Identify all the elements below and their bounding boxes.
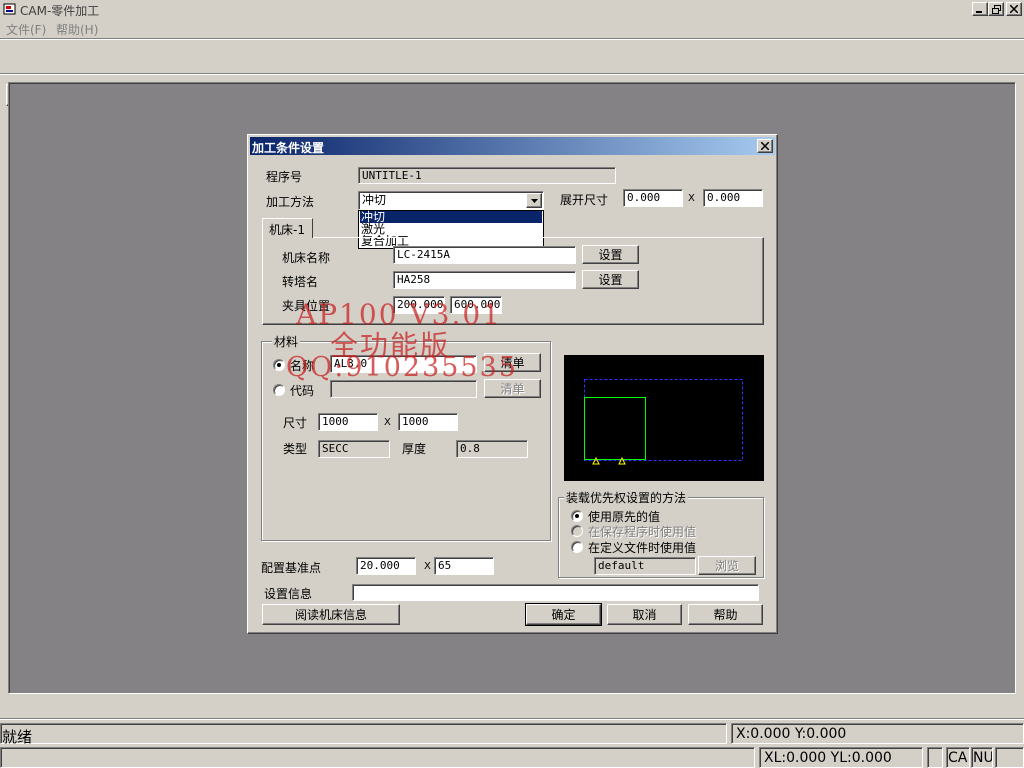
- app-icon: [3, 2, 17, 16]
- use-on-define-label: 在定义文件时使用值: [588, 541, 697, 555]
- size-x-field[interactable]: 1000: [318, 413, 378, 431]
- process-method-label: 加工方法: [266, 195, 315, 209]
- material-name-field[interactable]: AL3.0: [330, 355, 477, 373]
- status-blank-pane: [0, 747, 755, 768]
- expand-size-separator: X: [688, 193, 695, 204]
- material-name-label: 名称: [290, 359, 315, 373]
- restore-button[interactable]: [988, 2, 1004, 16]
- turret-name-field[interactable]: HA258: [393, 271, 576, 289]
- app-title-bar: CAM-零件加工: [0, 0, 1024, 18]
- material-code-radio[interactable]: [273, 384, 285, 396]
- base-point-separator: X: [424, 561, 431, 572]
- use-on-save-label: 在保存程序时使用值: [588, 525, 697, 539]
- machine-name-label: 机床名称: [282, 251, 331, 265]
- base-point-x-field[interactable]: 20.000: [356, 557, 416, 575]
- size-separator: X: [384, 417, 391, 428]
- material-name-radio[interactable]: [273, 359, 285, 371]
- status-num-pane: NU: [971, 747, 993, 768]
- program-no-field: UNTITLE-1: [358, 167, 616, 184]
- help-button[interactable]: 帮助: [688, 604, 763, 625]
- material-group-title: 材料: [272, 333, 301, 350]
- toolbar: ? TT ? Ver?: [0, 40, 1024, 106]
- tab-machine-1[interactable]: 机床-1: [262, 218, 313, 238]
- clamp-pos-label: 夹具位置: [282, 299, 331, 313]
- thickness-field: 0.8: [456, 440, 528, 458]
- process-method-value: 冲切: [362, 193, 387, 207]
- material-code-label: 代码: [290, 384, 315, 398]
- define-file-field: default: [594, 557, 696, 575]
- dropdown-arrow-button[interactable]: [526, 193, 542, 208]
- program-no-label: 程序号: [266, 170, 303, 184]
- turret-settings-button[interactable]: 设置: [582, 270, 639, 289]
- read-machine-info-button[interactable]: 阅读机床信息: [262, 604, 400, 625]
- minimize-button[interactable]: [972, 2, 988, 16]
- sheet-preview: [564, 355, 764, 481]
- status-caps: CA: [948, 750, 968, 766]
- status-caps-pane: CA: [946, 747, 970, 768]
- use-on-save-radio: [571, 525, 583, 537]
- chevron-down-icon: [530, 198, 538, 203]
- status-xlyl: XL:0.000 YL:0.000: [764, 750, 892, 766]
- status-empty-pane: [927, 747, 943, 768]
- app-title: CAM-零件加工: [20, 4, 100, 18]
- ok-button[interactable]: 确定: [525, 603, 602, 626]
- cancel-button[interactable]: 取消: [607, 604, 682, 625]
- clamp-pos-x-field[interactable]: 200.000: [393, 296, 445, 314]
- load-priority-title: 装载优先权设置的方法: [564, 489, 689, 506]
- expand-size-x-field[interactable]: 0.000: [623, 189, 683, 207]
- dialog-title-bar: 加工条件设置: [250, 137, 775, 155]
- dialog-title: 加工条件设置: [252, 141, 325, 155]
- settings-info-field[interactable]: [352, 584, 759, 601]
- base-point-label: 配置基准点: [261, 561, 322, 575]
- type-label: 类型: [283, 442, 308, 456]
- machine-name-field[interactable]: LC-2415A: [393, 246, 576, 264]
- clamp-pos-y-field[interactable]: 600.000: [450, 296, 502, 314]
- dropdown-option[interactable]: 冲切: [360, 211, 542, 223]
- turret-name-label: 转塔名: [282, 275, 319, 289]
- status-xlyl-pane: XL:0.000 YL:0.000: [759, 747, 923, 768]
- menu-bar: 文件(F) 帮助(H): [0, 18, 1024, 38]
- expand-size-y-field[interactable]: 0.000: [703, 189, 763, 207]
- status-tail-pane: [995, 747, 1024, 768]
- status-ready: 就绪: [2, 728, 33, 746]
- dialog-close-button[interactable]: [757, 139, 773, 153]
- machine-settings-button[interactable]: 设置: [582, 245, 639, 264]
- material-list-button[interactable]: 清单: [484, 353, 541, 372]
- status-num: NU: [973, 750, 993, 766]
- size-label: 尺寸: [283, 416, 308, 430]
- menu-file[interactable]: 文件(F): [6, 21, 46, 38]
- status-xy: X:0.000 Y:0.000: [736, 726, 847, 742]
- close-button[interactable]: [1006, 2, 1022, 16]
- status-ready-pane: 就绪: [0, 723, 727, 746]
- base-point-y-field[interactable]: 65: [434, 557, 494, 575]
- code-list-button: 清单: [484, 379, 541, 398]
- thickness-label: 厚度: [402, 442, 427, 456]
- status-xy-pane: X:0.000 Y:0.000: [731, 723, 1024, 744]
- process-method-select[interactable]: 冲切: [358, 191, 544, 210]
- type-field: SECC: [318, 440, 390, 458]
- menu-help[interactable]: 帮助(H): [56, 21, 98, 38]
- use-on-define-radio[interactable]: [571, 541, 583, 553]
- size-y-field[interactable]: 1000: [398, 413, 458, 431]
- browse-button: 浏览: [698, 556, 756, 575]
- use-original-radio[interactable]: [571, 510, 583, 522]
- expand-size-label: 展开尺寸: [560, 193, 609, 207]
- material-code-field: [330, 380, 477, 398]
- settings-info-label: 设置信息: [264, 587, 313, 601]
